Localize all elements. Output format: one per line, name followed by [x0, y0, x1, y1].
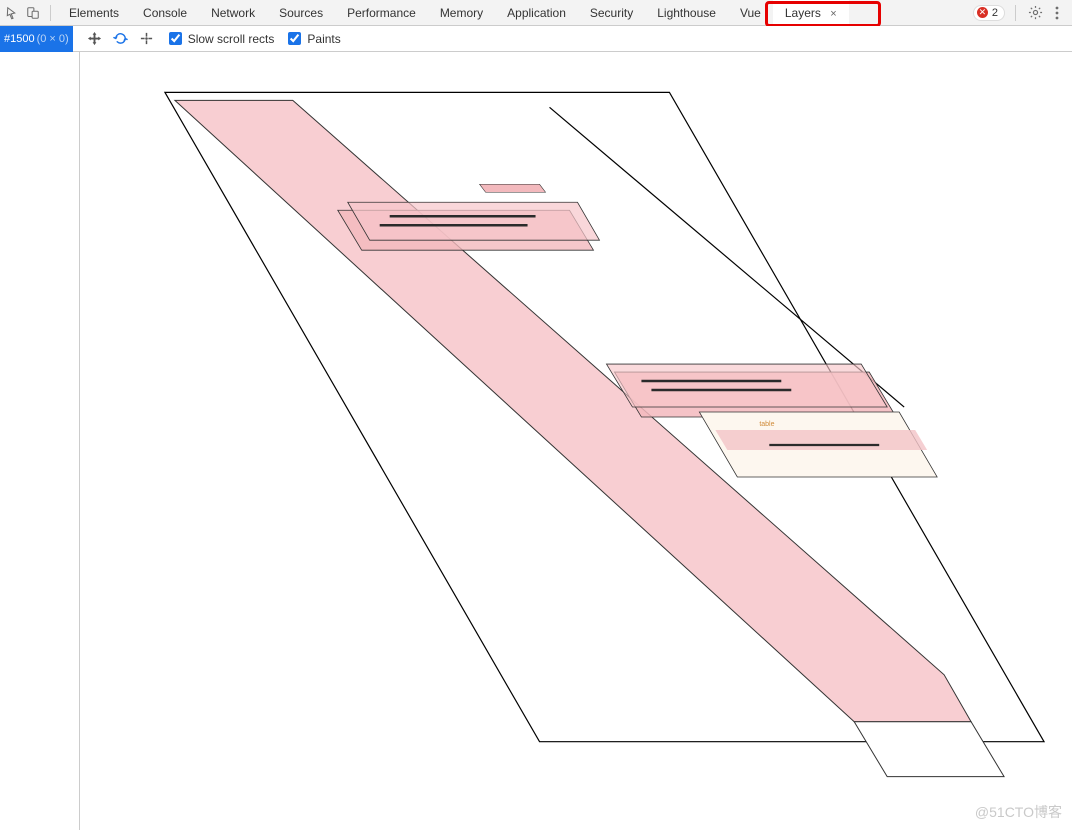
tab-network[interactable]: Network — [199, 0, 267, 26]
layers-3d-scene: table — [80, 52, 1072, 830]
tab-label: Layers — [785, 6, 821, 20]
layer-panel-a2[interactable] — [348, 202, 600, 240]
reset-view-icon[interactable] — [139, 31, 155, 47]
tab-application[interactable]: Application — [495, 0, 578, 26]
layer-panel-c-text: table — [759, 421, 774, 428]
checkbox-label: Paints — [307, 32, 340, 46]
tab-label: Console — [143, 6, 187, 20]
layers-sidebar[interactable] — [0, 52, 79, 830]
tab-lighthouse[interactable]: Lighthouse — [645, 0, 728, 26]
layer-panel-c-stripe[interactable] — [715, 430, 927, 450]
tab-elements[interactable]: Elements — [57, 0, 131, 26]
divider — [1015, 5, 1016, 21]
tab-label: Lighthouse — [657, 6, 716, 20]
tab-label: Security — [590, 6, 633, 20]
selected-node-badge[interactable]: #1500 (0 × 0) — [0, 26, 73, 52]
tab-memory[interactable]: Memory — [428, 0, 495, 26]
rotate-tool-icon[interactable] — [113, 31, 129, 47]
paints-checkbox[interactable]: Paints — [288, 32, 340, 46]
divider — [50, 5, 51, 21]
node-id: #1500 — [4, 26, 35, 52]
devtools-tab-bar: Elements Console Network Sources Perform… — [0, 0, 1072, 26]
close-icon[interactable]: × — [830, 8, 836, 20]
error-count-badge[interactable]: ✕ 2 — [973, 5, 1005, 21]
tab-vue[interactable]: Vue — [728, 0, 773, 26]
error-count: 2 — [992, 7, 998, 19]
layers-toolbar: #1500 (0 × 0) Slow scroll rects Paints — [0, 26, 1072, 52]
layers-3d-viewport[interactable]: table — [79, 52, 1072, 830]
tab-label: Memory — [440, 6, 483, 20]
more-menu-icon[interactable] — [1048, 4, 1066, 22]
inspect-icon[interactable] — [4, 4, 22, 22]
tab-label: Sources — [279, 6, 323, 20]
tab-label: Network — [211, 6, 255, 20]
tab-performance[interactable]: Performance — [335, 0, 428, 26]
tab-sources[interactable]: Sources — [267, 0, 335, 26]
slow-scroll-rects-checkbox[interactable]: Slow scroll rects — [169, 32, 275, 46]
tab-layers[interactable]: Layers × — [773, 0, 849, 26]
checkbox-input[interactable] — [288, 32, 301, 45]
error-icon: ✕ — [977, 7, 988, 18]
tab-label: Application — [507, 6, 566, 20]
checkbox-label: Slow scroll rects — [188, 32, 275, 46]
watermark: @51CTO博客 — [975, 802, 1062, 822]
settings-gear-icon[interactable] — [1026, 4, 1044, 22]
layer-strip-small[interactable] — [480, 184, 546, 192]
pan-tool-icon[interactable] — [87, 31, 103, 47]
checkbox-input[interactable] — [169, 32, 182, 45]
node-dimensions: (0 × 0) — [37, 26, 69, 52]
layer-panel-b2[interactable] — [606, 364, 887, 407]
tab-console[interactable]: Console — [131, 0, 199, 26]
tab-label: Elements — [69, 6, 119, 20]
tab-security[interactable]: Security — [578, 0, 645, 26]
tab-label: Vue — [740, 6, 761, 20]
device-toggle-icon[interactable] — [24, 4, 42, 22]
tab-label: Performance — [347, 6, 416, 20]
